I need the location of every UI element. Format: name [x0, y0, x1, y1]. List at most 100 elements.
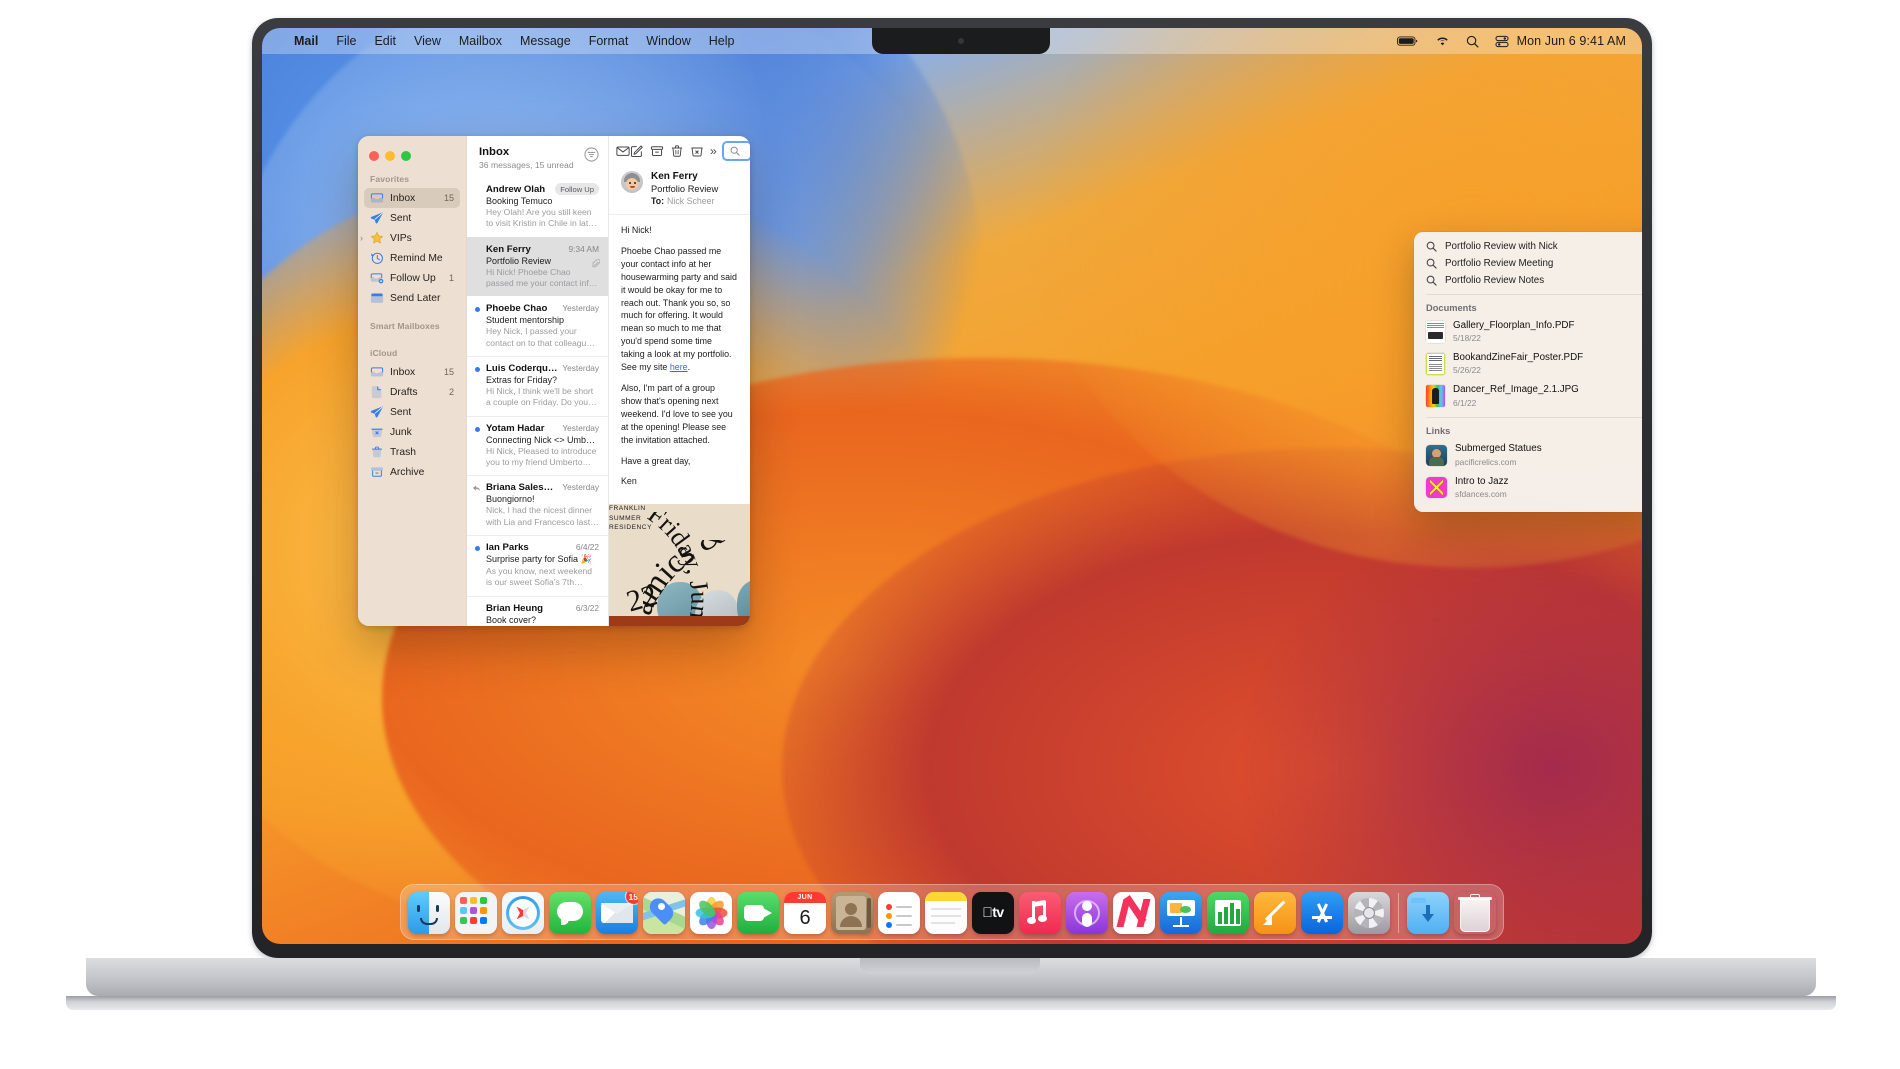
dock-item-reminders[interactable] — [878, 892, 920, 934]
menu-item-help[interactable]: Help — [700, 28, 744, 54]
dock-item-finder[interactable] — [408, 892, 450, 934]
dock-item-safari[interactable] — [502, 892, 544, 934]
list-item[interactable]: Ken Ferry 9:34 AM Portfolio Review Hi Nick!… — [467, 236, 608, 297]
document-result-item[interactable]: BookandZineFair_Poster.PDF 5/26/22 — [1414, 348, 1642, 380]
archive-button[interactable] — [650, 140, 664, 162]
delete-button[interactable] — [670, 140, 684, 162]
sidebar-item-remind-me[interactable]: Remind Me — [364, 248, 460, 268]
filter-icon[interactable] — [584, 147, 599, 162]
dock-item-pages[interactable] — [1254, 892, 1296, 934]
menu-item-edit[interactable]: Edit — [365, 28, 405, 54]
menu-item-message[interactable]: Message — [511, 28, 580, 54]
sidebar-item-inbox[interactable]: Inbox 15 — [364, 188, 460, 208]
menu-item-file[interactable]: File — [327, 28, 365, 54]
junk-bin-icon — [370, 425, 384, 439]
dock-item-launchpad[interactable] — [455, 892, 497, 934]
list-item[interactable]: Brian Heung6/3/22Book cover?Hi Nick, so … — [467, 595, 608, 626]
sidebar-item-follow-up[interactable]: Follow Up 1 — [364, 268, 460, 288]
search-icon[interactable] — [1458, 35, 1487, 48]
message-subject: Booking Temuco — [486, 196, 553, 206]
sidebar-item-sent[interactable]: Sent — [364, 402, 460, 422]
attachment-poster[interactable]: FRANKLIN SUMMER RESIDENCY ics 22 Friday,… — [609, 504, 750, 626]
dock-item-numbers[interactable] — [1207, 892, 1249, 934]
list-item[interactable]: Ian Parks 6/4/22 Surprise party for Sofia … — [467, 535, 608, 596]
compose-button[interactable] — [630, 140, 644, 162]
list-item[interactable]: Andrew Olah Follow Up Booking Temuco Hey Ol… — [467, 177, 608, 237]
junk-button[interactable] — [690, 140, 704, 162]
document-result-item[interactable]: Dancer_Ref_Image_2.1.JPG 6/1/22 — [1414, 380, 1642, 412]
search-suggestion-item[interactable]: Portfolio Review Notes — [1414, 272, 1642, 289]
zoom-button[interactable] — [401, 151, 411, 161]
chevron-double-right-icon[interactable]: » — [704, 144, 722, 158]
dock-item-mail[interactable]: 15 — [596, 892, 638, 934]
dock-item-photos[interactable] — [690, 892, 732, 934]
dock-item-notes[interactable] — [925, 892, 967, 934]
link-result-item[interactable]: Intro to Jazz sfdances.com — [1414, 472, 1642, 504]
search-suggestion-item[interactable]: Portfolio Review with Nick — [1414, 238, 1642, 255]
menu-bar-clock[interactable]: Mon Jun 6 9:41 AM — [1517, 34, 1630, 48]
menu-item-mail[interactable]: Mail — [285, 28, 327, 54]
dock-item-podcasts[interactable] — [1066, 892, 1108, 934]
inline-link[interactable]: here — [670, 362, 688, 372]
sidebar-item-junk[interactable]: Junk — [364, 422, 460, 442]
list-item[interactable]: Yotam Hadar Yesterday Connecting Nick <> U… — [467, 415, 608, 476]
body-greeting: Hi Nick! — [621, 225, 652, 235]
sidebar-item-vips[interactable]: › VIPs — [360, 228, 460, 248]
sidebar-item-trash[interactable]: Trash — [364, 442, 460, 462]
menu-item-view[interactable]: View — [405, 28, 450, 54]
inbox-icon — [370, 191, 384, 205]
dock-item-news[interactable] — [1113, 892, 1155, 934]
list-item[interactable]: Phoebe Chao Yesterday Student mentorship He… — [467, 296, 608, 356]
search-suggestion-item[interactable]: Portfolio Review Meeting — [1414, 255, 1642, 272]
sidebar-item-drafts[interactable]: Drafts 2 — [364, 382, 460, 402]
poster-date-text: Friday, June — [636, 512, 715, 620]
dock-item-trash[interactable] — [1454, 892, 1496, 934]
search-field[interactable] — [721, 141, 750, 161]
sidebar-item-label: Trash — [390, 446, 416, 458]
dock-item-facetime[interactable] — [737, 892, 779, 934]
clock-arrow-icon — [370, 251, 384, 265]
apple-logo-icon[interactable] — [270, 33, 285, 49]
message-list[interactable]: Inbox 36 messages, 15 unread Andrew Olah… — [466, 136, 608, 626]
link-title: Intro to Jazz — [1455, 475, 1509, 487]
menu-item-format[interactable]: Format — [580, 28, 638, 54]
image-thumbnail-icon — [1426, 385, 1445, 408]
dock-item-appletv[interactable]: tv — [972, 892, 1014, 934]
sidebar-item-send-later[interactable]: Send Later — [364, 288, 460, 308]
dock-item-calendar[interactable]: JUN 6 — [784, 892, 826, 934]
dock-item-appstore[interactable] — [1301, 892, 1343, 934]
list-item[interactable]: Briana Salese GonzalezYesterday Buongiorn… — [467, 475, 608, 535]
sidebar-item-archive[interactable]: Archive — [364, 462, 460, 482]
sender-name: Ken Ferry — [486, 243, 531, 255]
body-signature: Ken — [621, 476, 637, 487]
mark-unread-button[interactable] — [616, 140, 630, 162]
status-badge: Follow Up — [555, 183, 599, 195]
dock-item-keynote[interactable] — [1160, 892, 1202, 934]
macbook-screen: Mail File Edit View Mailbox Message Form… — [262, 28, 1642, 944]
battery-icon[interactable] — [1389, 35, 1427, 47]
link-result-item[interactable]: Submerged Statues pacificrelics.com — [1414, 439, 1642, 471]
list-item[interactable]: Luis Coderque Fernandez Yesterday Extras f… — [467, 356, 608, 416]
menu-item-mailbox[interactable]: Mailbox — [450, 28, 511, 54]
dock-item-downloads-folder[interactable] — [1407, 892, 1449, 934]
sidebar-item-sent[interactable]: Sent — [364, 208, 460, 228]
menu-item-window[interactable]: Window — [637, 28, 699, 54]
dock-item-maps[interactable] — [643, 892, 685, 934]
dock-item-messages[interactable] — [549, 892, 591, 934]
dock-item-settings[interactable] — [1348, 892, 1390, 934]
replied-arrow-icon — [472, 484, 481, 493]
dock-item-contacts[interactable] — [831, 892, 873, 934]
minimize-button[interactable] — [385, 151, 395, 161]
control-center-icon[interactable] — [1487, 35, 1517, 48]
pdf-thumbnail-icon — [1426, 321, 1445, 344]
dock-item-music[interactable] — [1019, 892, 1061, 934]
sender-name: Phoebe Chao — [486, 303, 548, 315]
sent-paperplane-icon — [370, 211, 384, 225]
chevron-right-icon[interactable]: › — [360, 233, 370, 243]
document-result-item[interactable]: Gallery_Floorplan_Info.PDF 5/18/22 — [1414, 316, 1642, 348]
paragraph-1-text-a: Phoebe Chao passed me your contact info … — [621, 245, 737, 373]
sidebar-item-inbox[interactable]: Inbox 15 — [364, 362, 460, 382]
close-button[interactable] — [369, 151, 379, 161]
paragraph-1-text-b: . — [687, 362, 691, 373]
wifi-icon[interactable] — [1427, 35, 1458, 47]
